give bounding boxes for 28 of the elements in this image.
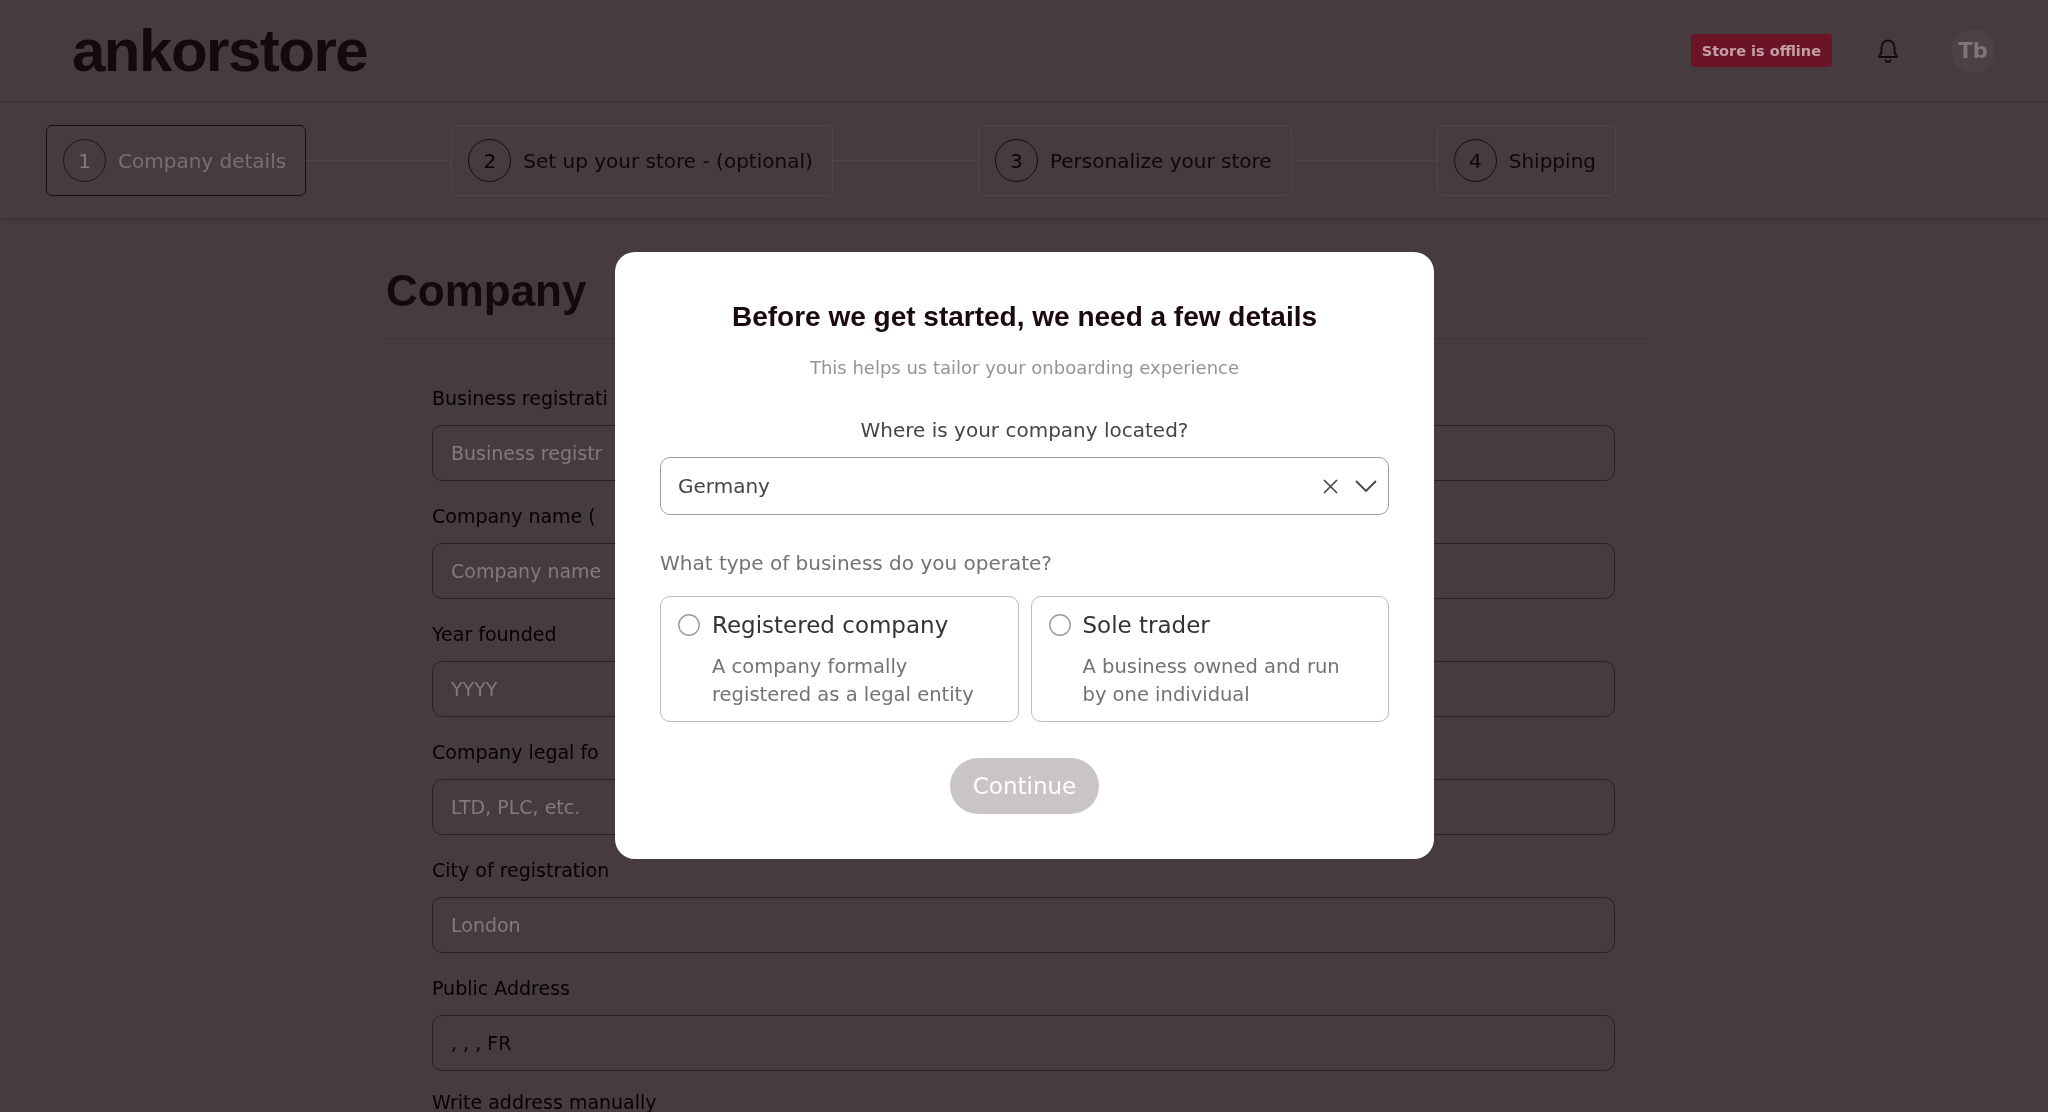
country-select[interactable]: Germany [660, 457, 1389, 515]
option-description: A company formally registered as a legal entity [712, 654, 975, 708]
modal-subtitle: This helps us tailor your onboarding experience [809, 356, 1240, 380]
field-label: Business registrati [432, 386, 608, 411]
radio-button[interactable] [678, 614, 700, 636]
option-title: Sole trader [1082, 611, 1211, 640]
modal-title: Before we get started, we need a few details [731, 300, 1318, 334]
step[interactable]: 3 Personalize your store [977, 125, 1292, 196]
option-title: Registered company [712, 611, 950, 640]
field-label: Company legal fo [432, 740, 599, 765]
close-icon[interactable] [1323, 478, 1338, 494]
question-label: Where is your company located? [860, 417, 1189, 443]
step[interactable]: 4 Shipping [1436, 125, 1616, 196]
step[interactable]: 2 Set up your store - (optional) [451, 125, 833, 196]
question-label: What type of business do you operate? [660, 550, 1052, 576]
field-label: Public Address [432, 976, 570, 1001]
field-label: Year founded [432, 622, 557, 647]
status-badge: Store is offline [1690, 34, 1832, 67]
option-description: A business owned and run by one individual [1082, 654, 1341, 708]
field-label: City of registration [432, 858, 610, 883]
field-label: Company name ( [432, 504, 596, 529]
radio-button[interactable] [1048, 614, 1071, 636]
input-field[interactable]: London [432, 897, 1615, 953]
input-field[interactable]: , , , FR [432, 1015, 1615, 1071]
chevron-down-icon[interactable] [1355, 480, 1377, 492]
bell-icon[interactable] [1876, 37, 1900, 64]
option-card[interactable]: Registered company A company formally registered as a legal entity [660, 596, 1019, 722]
option-card[interactable]: Sole trader A business owned and run by one individual [1030, 596, 1389, 722]
